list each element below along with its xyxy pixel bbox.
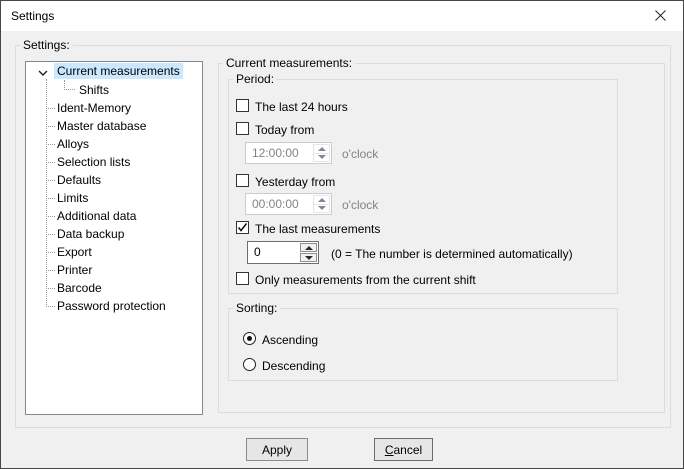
tree-item-password-protection[interactable]: Password protection — [26, 297, 203, 315]
tree-item-barcode[interactable]: Barcode — [26, 279, 203, 297]
tree-item-shifts[interactable]: Shifts — [26, 81, 203, 99]
last-24-hours-checkbox[interactable] — [236, 99, 249, 112]
settings-group-label: Settings: — [20, 38, 73, 52]
arrow-up-icon — [318, 147, 326, 151]
spin-buttons — [313, 195, 330, 213]
tree-item-label[interactable]: Limits — [54, 190, 91, 206]
chevron-down-icon[interactable] — [37, 67, 49, 79]
today-time-spinner[interactable]: 12:00:00 — [245, 142, 332, 164]
spin-down-button[interactable] — [313, 205, 330, 214]
arrow-down-icon — [318, 155, 326, 159]
spin-down-button[interactable] — [313, 154, 330, 163]
last-measurements-checkbox[interactable] — [236, 221, 249, 234]
ascending-label[interactable]: Ascending — [262, 333, 318, 347]
tree-item-label[interactable]: Defaults — [54, 172, 104, 188]
spin-up-button[interactable] — [313, 195, 330, 205]
tree-item-limits[interactable]: Limits — [26, 189, 203, 207]
tree-item-printer[interactable]: Printer — [26, 261, 203, 279]
tree-item-export[interactable]: Export — [26, 243, 203, 261]
tree-item-data-backup[interactable]: Data backup — [26, 225, 203, 243]
spin-up-button[interactable] — [300, 243, 317, 252]
period-group-label: Period: — [233, 72, 277, 86]
tree-item-label[interactable]: Shifts — [76, 82, 112, 98]
tree-item-label[interactable]: Data backup — [54, 226, 127, 242]
current-shift-checkbox[interactable] — [236, 272, 249, 285]
window-title: Settings — [11, 9, 54, 23]
arrow-up-icon — [318, 198, 326, 202]
spin-down-button[interactable] — [300, 253, 317, 262]
tree-item-selection-lists[interactable]: Selection lists — [26, 153, 203, 171]
tree-item-label[interactable]: Printer — [54, 262, 95, 278]
tree-item-label[interactable]: Alloys — [54, 136, 92, 152]
today-time-value[interactable]: 12:00:00 — [252, 146, 299, 160]
yesterday-oclock-label: o'clock — [342, 198, 378, 212]
checkmark-icon — [237, 222, 248, 233]
tree-item-label[interactable]: Export — [54, 244, 95, 260]
apply-button[interactable]: Apply — [246, 438, 308, 461]
spin-up-button[interactable] — [313, 144, 330, 154]
tree-item-label[interactable]: Ident-Memory — [54, 100, 134, 116]
tree-item-label[interactable]: Master database — [54, 118, 149, 134]
tree-item-defaults[interactable]: Defaults — [26, 171, 203, 189]
descending-label[interactable]: Descending — [262, 359, 325, 373]
count-hint-label: (0 = The number is determined automatica… — [331, 247, 573, 261]
tree-item-ident-memory[interactable]: Ident-Memory — [26, 99, 203, 117]
spin-buttons — [313, 144, 330, 162]
tree-item-label[interactable]: Password protection — [54, 298, 169, 314]
tree-item-current-measurements[interactable]: Current measurements — [26, 63, 203, 81]
descending-radio[interactable] — [243, 358, 256, 371]
today-oclock-label: o'clock — [342, 147, 378, 161]
today-from-label[interactable]: Today from — [255, 123, 314, 137]
arrow-down-icon — [305, 256, 313, 260]
cancel-button[interactable]: Cancel — [374, 438, 433, 461]
last-measurements-label[interactable]: The last measurements — [255, 222, 380, 236]
current-shift-label[interactable]: Only measurements from the current shift — [255, 273, 476, 287]
last-24-hours-label[interactable]: The last 24 hours — [255, 100, 348, 114]
arrow-up-icon — [305, 246, 313, 250]
tree-item-label[interactable]: Selection lists — [54, 154, 133, 170]
measurement-count-value[interactable]: 0 — [254, 245, 261, 259]
tree-connector-elbow — [64, 80, 75, 90]
yesterday-from-checkbox[interactable] — [236, 174, 249, 187]
tree-item-additional-data[interactable]: Additional data — [26, 207, 203, 225]
arrow-down-icon — [318, 206, 326, 210]
yesterday-time-value[interactable]: 00:00:00 — [252, 197, 299, 211]
tree-item-label[interactable]: Additional data — [54, 208, 139, 224]
titlebar: Settings — [1, 1, 683, 31]
ascending-radio[interactable] — [243, 332, 256, 345]
measurement-count-spinner[interactable]: 0 — [247, 241, 319, 264]
cancel-button-label: Cancel — [385, 443, 422, 457]
tree-item-master-database[interactable]: Master database — [26, 117, 203, 135]
close-icon — [655, 10, 666, 21]
yesterday-from-label[interactable]: Yesterday from — [255, 175, 335, 189]
close-button[interactable] — [638, 1, 683, 30]
settings-tree[interactable]: Current measurements Shifts Ident-Memory… — [25, 61, 203, 415]
tree-item-label[interactable]: Barcode — [54, 280, 105, 296]
spin-buttons — [300, 243, 317, 262]
yesterday-time-spinner[interactable]: 00:00:00 — [245, 193, 332, 215]
sorting-group-label: Sorting: — [233, 301, 280, 315]
apply-button-label: Apply — [262, 443, 292, 457]
tree-item-alloys[interactable]: Alloys — [26, 135, 203, 153]
tree-item-label[interactable]: Current measurements — [54, 63, 183, 79]
today-from-checkbox[interactable] — [236, 122, 249, 135]
settings-dialog: Settings Settings: Current measurements … — [0, 0, 684, 469]
current-measurements-group-label: Current measurements: — [223, 56, 355, 70]
